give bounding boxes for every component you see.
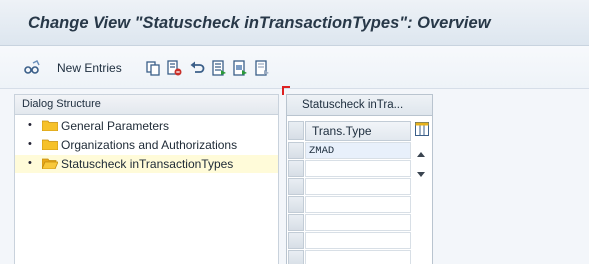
application-toolbar: New Entries bbox=[0, 46, 589, 89]
tree-item-statuscheck[interactable]: • Statuscheck inTransactionTypes bbox=[15, 155, 278, 173]
open-folder-icon bbox=[42, 158, 58, 169]
cell-value: ZMAD bbox=[309, 145, 335, 157]
table-cell-empty[interactable] bbox=[305, 160, 411, 177]
tree-item-label: General Parameters bbox=[61, 119, 170, 133]
deselect-all-icon[interactable] bbox=[254, 60, 270, 76]
statuscheck-table: Statuscheck inTra... Trans.Type ZMAD bbox=[286, 94, 433, 264]
row-selector[interactable] bbox=[288, 178, 304, 195]
table-cell-empty[interactable] bbox=[305, 196, 411, 213]
folder-icon bbox=[42, 120, 58, 131]
sap-window: Change View "Statuscheck inTransactionTy… bbox=[0, 0, 589, 264]
table-cell-empty[interactable] bbox=[305, 214, 411, 231]
row-selector[interactable] bbox=[288, 232, 304, 249]
dialog-structure-title: Dialog Structure bbox=[22, 98, 101, 110]
table-cell-trans-type[interactable]: ZMAD bbox=[305, 142, 411, 159]
row-selector[interactable] bbox=[288, 214, 304, 231]
new-entries-button[interactable]: New Entries bbox=[57, 61, 122, 75]
tree-item-organizations-authorizations[interactable]: • Organizations and Authorizations bbox=[15, 136, 278, 154]
dialog-structure-header: Dialog Structure bbox=[15, 95, 278, 115]
tree-item-label: Statuscheck inTransactionTypes bbox=[61, 157, 234, 171]
table-cell-empty[interactable] bbox=[305, 250, 411, 264]
copy-icon[interactable] bbox=[145, 60, 161, 76]
tree-bullet: • bbox=[28, 119, 32, 131]
folder-icon bbox=[42, 139, 58, 150]
delete-icon[interactable] bbox=[166, 60, 182, 76]
select-block-icon[interactable] bbox=[232, 60, 248, 76]
scroll-up-arrow[interactable] bbox=[417, 152, 425, 157]
column-header-label: Trans.Type bbox=[312, 124, 372, 138]
row-selector[interactable] bbox=[288, 250, 304, 264]
scroll-down-arrow[interactable] bbox=[417, 172, 425, 177]
column-header-trans-type[interactable]: Trans.Type bbox=[305, 121, 411, 141]
display-change-icon[interactable] bbox=[24, 60, 40, 76]
table-title: Statuscheck inTra... bbox=[302, 99, 404, 111]
row-selector[interactable] bbox=[288, 196, 304, 213]
tree-bullet: • bbox=[28, 138, 32, 150]
select-all-rows-button[interactable] bbox=[288, 121, 304, 140]
row-selector[interactable] bbox=[288, 142, 304, 159]
table-cell-empty[interactable] bbox=[305, 178, 411, 195]
select-all-icon[interactable] bbox=[211, 60, 227, 76]
row-selector[interactable] bbox=[288, 160, 304, 177]
table-title-bar: Statuscheck inTra... bbox=[287, 95, 432, 116]
table-cell-empty[interactable] bbox=[305, 232, 411, 249]
dialog-structure-panel: Dialog Structure • General Parameters • … bbox=[14, 94, 279, 264]
undo-icon[interactable] bbox=[189, 60, 205, 76]
page-title: Change View "Statuscheck inTransactionTy… bbox=[28, 14, 491, 32]
tree-item-general-parameters[interactable]: • General Parameters bbox=[15, 117, 278, 135]
title-bar: Change View "Statuscheck inTransactionTy… bbox=[0, 0, 589, 46]
tree-item-label: Organizations and Authorizations bbox=[61, 138, 238, 152]
tree-bullet: • bbox=[28, 157, 32, 169]
table-settings-icon[interactable] bbox=[415, 122, 429, 136]
